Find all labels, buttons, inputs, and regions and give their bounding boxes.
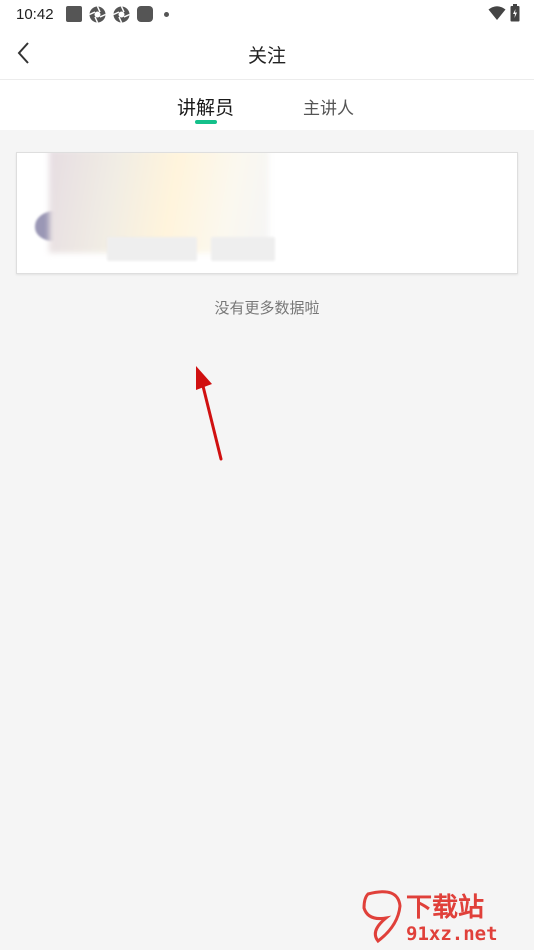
aperture-icon [88, 5, 106, 23]
tab-guides[interactable]: 讲解员 [177, 93, 234, 120]
followed-guide-card[interactable] [16, 152, 518, 274]
status-time: 10:42 [16, 5, 54, 23]
tab-active-indicator [195, 120, 217, 124]
blurred-tag [107, 237, 197, 261]
battery-icon [510, 4, 520, 22]
system-icons [488, 4, 520, 22]
more-notifications-dot-icon [163, 11, 169, 17]
list-end-text: 没有更多数据啦 [214, 299, 320, 317]
watermark-site: 91xz.net [406, 923, 498, 945]
aperture-icon-2 [112, 5, 130, 23]
tab-bar: 讲解员 主讲人 [0, 80, 534, 130]
watermark-logo: 下载站 91xz.net [362, 890, 498, 945]
app-bar: 关注 [0, 28, 534, 80]
notification-square-icon [65, 6, 82, 22]
app-notification-icon [136, 6, 153, 22]
notification-icons [65, 5, 169, 23]
wifi-icon [488, 6, 506, 20]
blurred-tag [211, 237, 275, 261]
watermark-brand: 下载站 [406, 893, 484, 923]
tab-speakers[interactable]: 主讲人 [303, 94, 354, 119]
status-bar: 10:42 [0, 0, 534, 28]
annotation-arrow-icon [196, 366, 223, 461]
page-title: 关注 [247, 45, 286, 67]
